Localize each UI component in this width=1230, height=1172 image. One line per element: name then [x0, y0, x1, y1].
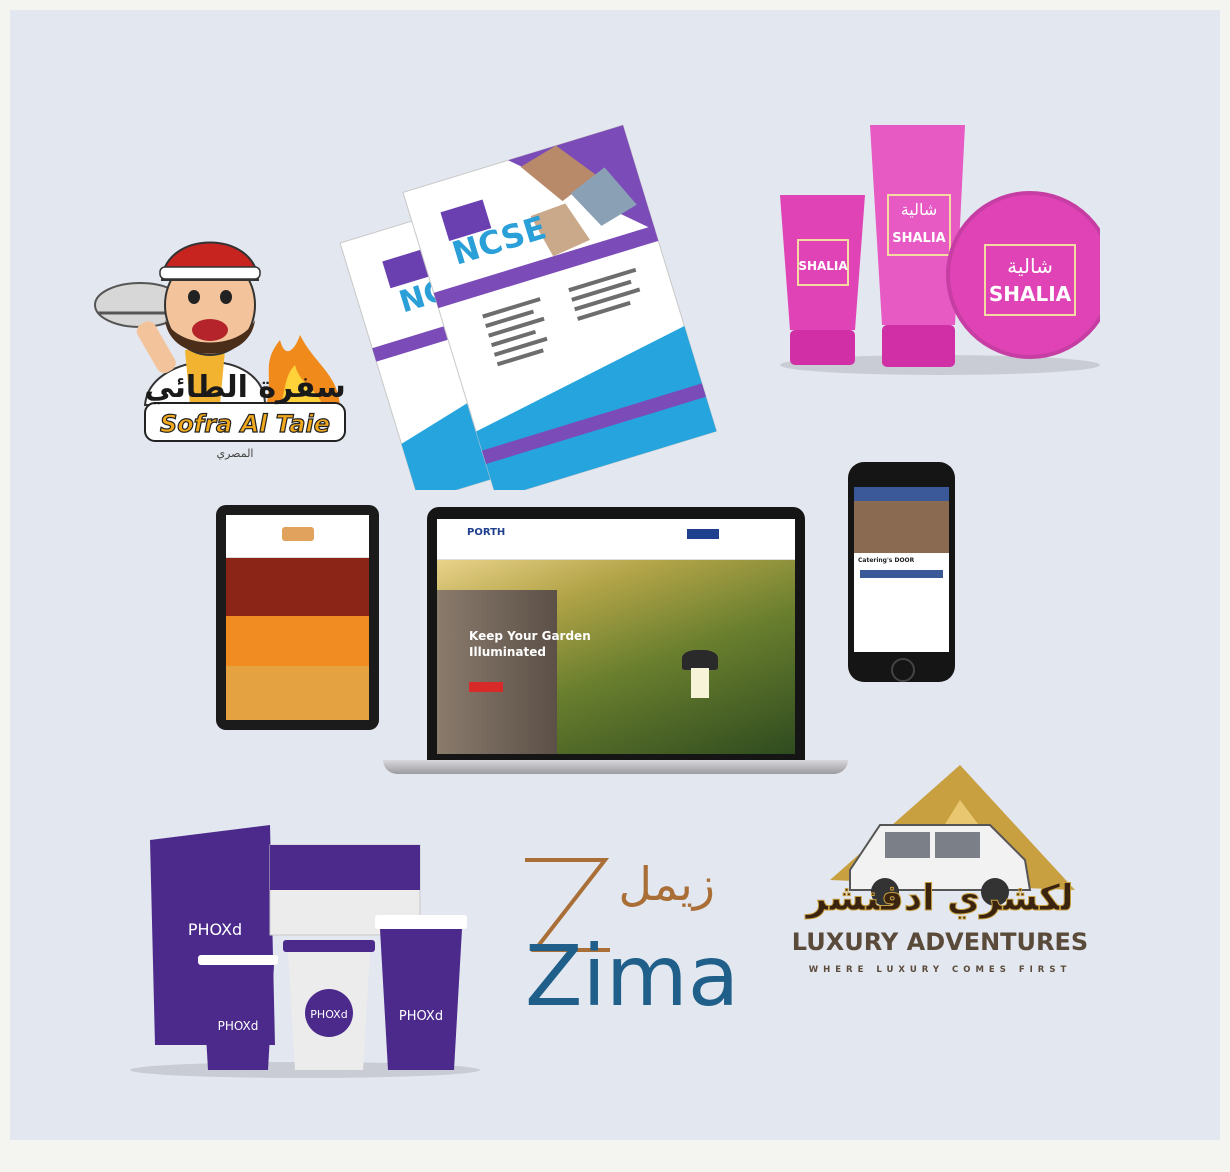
laptop-device: PORTH Keep Your Garden Illuminated	[427, 507, 805, 762]
tablet-banner-2	[226, 616, 369, 666]
sofra-arabic-name: سفرة الطائي	[144, 370, 346, 405]
tablet-screen	[226, 515, 369, 720]
phoxd-cup-right-label: PHOXd	[399, 1009, 443, 1024]
phone-device: Catering's DOOR	[848, 462, 955, 682]
phone-screen: Catering's DOOR	[854, 487, 949, 652]
laptop-headline-1: Keep Your Garden	[469, 629, 591, 643]
zimal-latin-name: Zimal	[525, 927, 745, 1020]
laptop-hero-path	[437, 590, 557, 754]
shalia-tube-label: SHALIA	[798, 259, 848, 273]
laptop-site-brand: PORTH	[467, 527, 506, 538]
phone-topbar	[854, 487, 949, 501]
phoxd-cup-middle: PHOXd	[283, 940, 375, 1070]
sofra-latin-name: Sofra Al Taie	[160, 410, 330, 438]
phone-cover-photo	[854, 501, 949, 553]
laptop-base	[383, 760, 848, 774]
garden-lamp-icon	[682, 650, 718, 670]
garden-lamp-glow	[691, 668, 709, 698]
shalia-tall-label: SHALIA	[892, 231, 946, 246]
sofra-tagline: المصري	[217, 447, 254, 460]
luxury-adventures-logo: لكشري ادفنشر LUXURY ADVENTURES WHERE LUX…	[792, 765, 1088, 975]
shalia-arabic-tall: شالية	[901, 200, 938, 219]
phoxd-bag-label: PHOXd	[188, 920, 242, 939]
portfolio-showcase: سفرة الطائي Sofra Al Taie المصري NCSE NC…	[0, 0, 1230, 1172]
phoxd-cup-middle-label: PHOXd	[310, 1008, 347, 1021]
shalia-jar-label: SHALIA	[989, 282, 1072, 306]
tablet-device	[216, 505, 379, 730]
laptop-headline-2: Illuminated	[469, 645, 546, 659]
laptop-hero-text: Keep Your Garden Illuminated	[469, 628, 591, 660]
phoxd-cup-right: PHOXd	[375, 915, 467, 1070]
zimal-arabic-name: زيمل	[619, 857, 715, 911]
sofra-al-taie-logo: سفرة الطائي Sofra Al Taie المصري	[94, 241, 346, 460]
shalia-tall-tube: شالية SHALIA	[870, 125, 965, 367]
phoxd-packaging-mockup: PHOXd PHOXd PHOXd PHOXd	[130, 825, 480, 1078]
shalia-jar: شالية SHALIA	[946, 191, 1100, 359]
shalia-cosmetics-mockup: SHALIA شالية SHALIA شالية SHALIA	[780, 125, 1100, 375]
luxury-title: LUXURY ADVENTURES	[792, 928, 1088, 956]
luxury-tagline: WHERE LUXURY COMES FIRST	[809, 965, 1072, 975]
laptop-site-header: PORTH	[437, 519, 795, 560]
laptop-hero-button	[469, 682, 503, 692]
tablet-logo	[282, 527, 314, 541]
zimal-logo: زيمل Zimal	[525, 857, 745, 1020]
ncse-flyers-mockup: NCSE NCSE	[339, 124, 718, 490]
laptop-hero: Keep Your Garden Illuminated	[437, 560, 795, 754]
phone-home-button	[891, 658, 915, 682]
tablet-banner-3	[226, 666, 369, 720]
shalia-arabic-jar: شالية	[1007, 254, 1053, 278]
luxury-arabic-name: لكشري ادفنشر	[804, 878, 1073, 919]
laptop-screen: PORTH Keep Your Garden Illuminated	[437, 519, 795, 754]
phoxd-cup-left-label: PHOXd	[218, 1019, 259, 1033]
laptop-header-button	[687, 529, 719, 539]
phone-action-bar	[860, 570, 943, 578]
phoxd-cup-left: PHOXd	[198, 955, 278, 1070]
tablet-header	[226, 515, 369, 558]
phone-page-title: Catering's DOOR	[858, 557, 915, 564]
tablet-banner-1	[226, 558, 369, 616]
shalia-small-tube: SHALIA	[780, 195, 865, 365]
